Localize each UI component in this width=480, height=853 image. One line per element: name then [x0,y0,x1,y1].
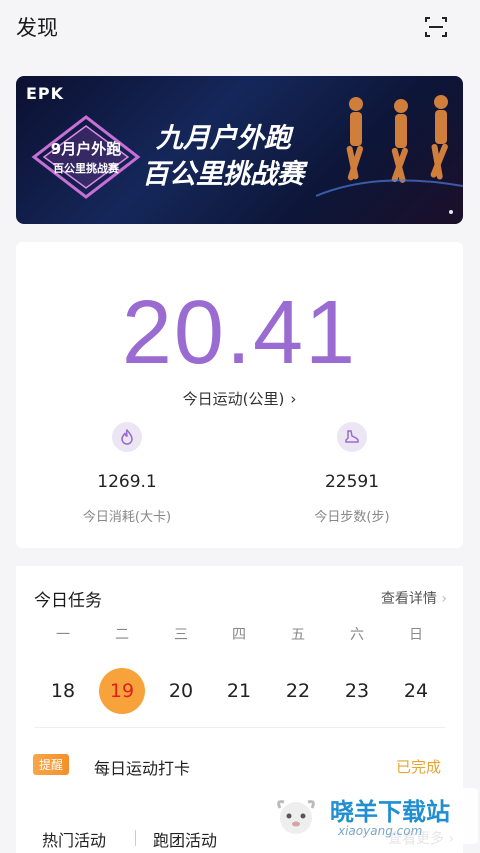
banner-brand: EPK [26,84,65,103]
steps-value: 22591 [324,472,380,492]
calendar-date[interactable]: 18 [40,668,86,714]
banner-title-line1: 九月户外跑 [156,123,291,154]
challenge-emblem: 9月户外跑 百公里挑战赛 [31,115,141,199]
weekday-label: 六 [350,627,364,643]
calendar-date[interactable]: 20 [158,668,204,714]
weekday-label: 一 [56,627,70,643]
pager-dot [449,210,453,214]
sheep-logo-icon [277,800,315,834]
chevron-right-icon: › [290,390,297,408]
checkin-status: 已完成 [395,758,441,776]
calendar-date[interactable]: 21 [216,668,262,714]
flame-icon [112,422,142,452]
tasks-details-link[interactable]: 查看详情 › [381,588,447,608]
checkin-task-label: 每日运动打卡 [94,759,191,778]
banner-pager [449,210,453,214]
weekday-label: 五 [291,627,305,643]
watermark-url: xiaoyang.com [338,824,423,838]
distance-value: 20.41 [121,283,358,383]
calories-label: 今日消耗(大卡) [82,510,172,525]
tab-hot-activities[interactable]: 热门活动 [42,827,106,851]
calories-value: 1269.1 [97,472,157,492]
calendar-date[interactable]: 23 [334,668,380,714]
weekday-label: 四 [232,627,246,643]
top-bar: 发现 [0,0,480,60]
weekday-label: 三 [174,627,188,643]
tasks-title: 今日任务 [34,591,102,611]
weekday-label: 二 [115,627,129,643]
promo-banner[interactable]: EPK 9月户外跑 百公里挑战赛 九月户外跑 百公里挑战赛 [16,76,463,224]
scan-icon[interactable] [424,15,448,39]
distance-label-link[interactable]: 今日运动(公里) › [16,388,463,409]
steps-label: 今日步数(步) [314,510,390,525]
shoe-icon [337,422,367,452]
emblem-line1: 9月户外跑 [51,140,121,158]
calendar-date-selected[interactable]: 19 [99,668,145,714]
tasks-more-label: 查看详情 [380,591,437,607]
weekday-label: 日 [409,627,423,643]
calendar-date[interactable]: 24 [393,668,439,714]
chevron-right-icon: › [441,591,447,607]
emblem-line2: 百公里挑战赛 [53,161,120,175]
distance-label: 今日运动(公里) [182,390,285,408]
divider [34,727,445,728]
page-title: 发现 [16,16,58,40]
today-stats-card: 20.41 今日运动(公里) › 1269.1 今日消耗(大卡) 22591 今日… [16,242,463,548]
calendar-date[interactable]: 22 [275,668,321,714]
tab-club-activities[interactable]: 跑团活动 [153,827,217,851]
watermark-title: 晓羊下载站 [330,798,450,826]
reminder-badge: 提醒 [33,754,70,775]
runners-illustration [316,95,463,197]
site-watermark: 晓羊下载站 xiaoyang.com [268,788,478,844]
tab-separator [135,830,136,846]
banner-title-line2: 百公里挑战赛 [142,159,304,190]
